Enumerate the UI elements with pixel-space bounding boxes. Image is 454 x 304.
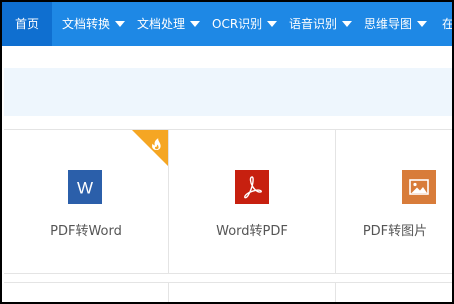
card-divider [168, 283, 169, 302]
nav-ocr[interactable]: OCR识别 [212, 2, 278, 46]
nav-mindmap[interactable]: 思维导图 [364, 2, 428, 46]
pdf-icon [235, 170, 269, 204]
hot-flame-badge [132, 130, 168, 166]
chevron-down-icon [417, 21, 428, 27]
tool-card-row-2 [4, 282, 452, 302]
nav-mindmap-label: 思维导图 [364, 17, 413, 31]
nav-doc-convert-label: 文档转换 [62, 17, 111, 31]
card-word-to-pdf[interactable]: Word转PDF [168, 130, 335, 273]
nav-doc-process-label: 文档处理 [137, 17, 186, 31]
chevron-down-icon [267, 21, 278, 27]
nav-doc-process[interactable]: 文档处理 [137, 2, 201, 46]
chevron-down-icon [342, 21, 353, 27]
banner-band [4, 68, 452, 116]
card-label: PDF转Word [50, 224, 122, 239]
nav-home-label: 首页 [14, 17, 39, 31]
image-icon [402, 170, 436, 204]
nav-more[interactable]: 在 [442, 2, 454, 46]
card-label: Word转PDF [216, 224, 288, 239]
word-icon-letter: W [77, 179, 93, 198]
chevron-down-icon [190, 21, 201, 27]
card-pdf-to-word[interactable]: W PDF转Word [4, 130, 168, 273]
chevron-down-icon [115, 21, 126, 27]
nav-more-label: 在 [442, 17, 454, 31]
card-divider [335, 283, 336, 302]
card-label: PDF转图片 [362, 224, 428, 239]
nav-home[interactable]: 首页 [2, 2, 52, 46]
word-icon: W [68, 170, 102, 204]
tool-card-row: W PDF转Word Word转PDF PDF转图片 [4, 129, 452, 274]
app-frame: 首页 文档转换 文档处理 OCR识别 语音识别 思维导图 在 W PDF转Wor… [0, 0, 454, 304]
nav-doc-convert[interactable]: 文档转换 [62, 2, 126, 46]
card-pdf-to-image[interactable]: PDF转图片 [335, 130, 452, 273]
top-navigation: 首页 文档转换 文档处理 OCR识别 语音识别 思维导图 在 [2, 2, 454, 46]
nav-speech[interactable]: 语音识别 [289, 2, 353, 46]
nav-ocr-label: OCR识别 [212, 17, 263, 31]
nav-speech-label: 语音识别 [289, 17, 338, 31]
